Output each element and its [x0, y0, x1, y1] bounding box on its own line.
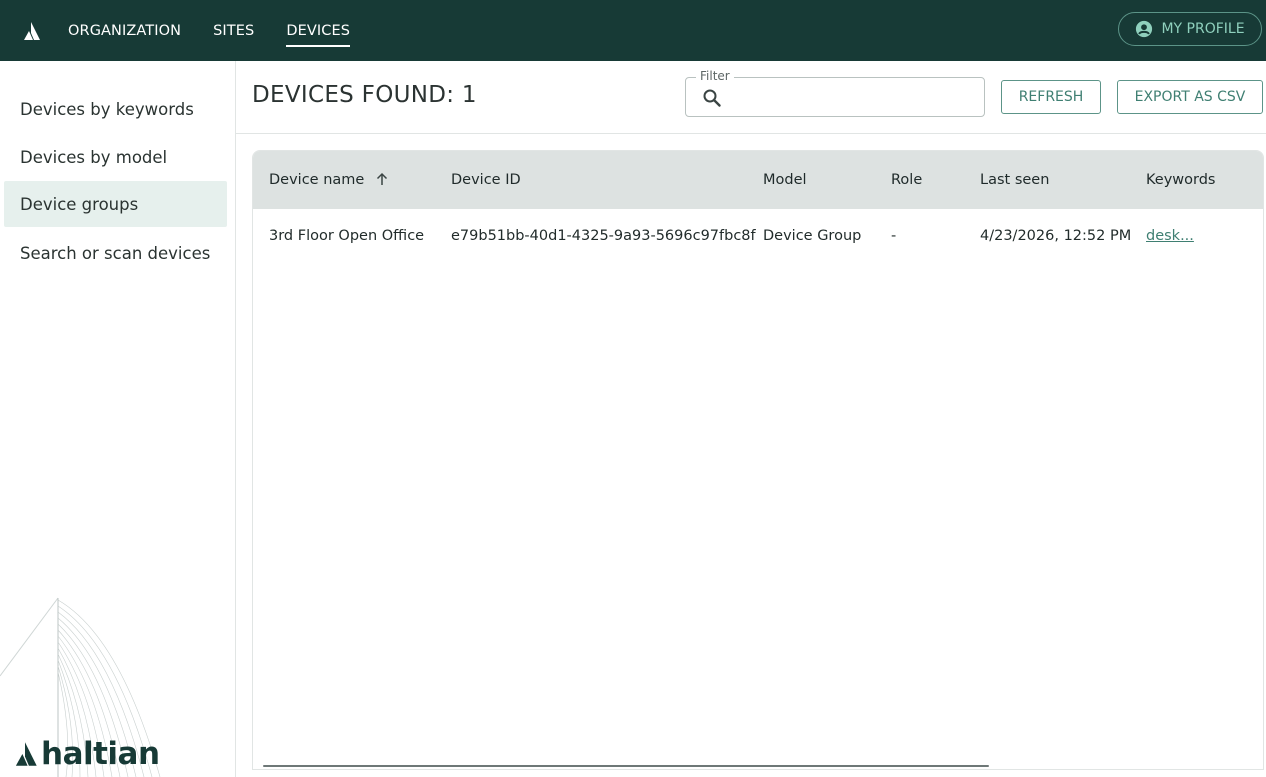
sidebar-item-devices-by-keywords[interactable]: Devices by keywords	[4, 86, 227, 132]
arrow-up-icon[interactable]	[375, 172, 389, 186]
haltian-logo-icon[interactable]	[21, 21, 41, 41]
my-profile-button[interactable]: MY PROFILE	[1118, 12, 1262, 46]
brand-name: haltian	[41, 736, 160, 772]
cell-device-name: 3rd Floor Open Office	[269, 228, 425, 244]
nav-organization[interactable]: ORGANIZATION	[68, 0, 181, 61]
column-header-role[interactable]: Role	[891, 172, 922, 188]
column-header-keywords[interactable]: Keywords	[1146, 172, 1215, 188]
account-circle-icon	[1136, 20, 1153, 38]
table-header-row: Device name Device ID Model Role Last se…	[253, 151, 1263, 209]
search-icon	[703, 89, 721, 107]
cell-device-id: e79b51bb-40d1-4325-9a93-5696c97fbc8f	[451, 228, 756, 244]
nav-sites[interactable]: SITES	[213, 0, 254, 61]
column-header-last-seen[interactable]: Last seen	[980, 172, 1049, 188]
page-title: DEVICES FOUND: 1	[252, 82, 477, 108]
nav-devices[interactable]: DEVICES	[286, 0, 350, 61]
refresh-button[interactable]: REFRESH	[1001, 80, 1101, 114]
column-header-device-name[interactable]: Device name	[269, 172, 389, 188]
sidebar-item-search-or-scan-devices[interactable]: Search or scan devices	[4, 230, 227, 276]
divider	[236, 133, 1266, 134]
column-header-label: Device name	[269, 172, 365, 188]
sidebar-item-device-groups[interactable]: Device groups	[4, 181, 227, 227]
horizontal-scrollbar[interactable]	[263, 765, 989, 767]
cell-last-seen: 4/23/2026, 12:52 PM	[980, 228, 1132, 244]
main-nav: ORGANIZATION SITES DEVICES	[68, 0, 382, 61]
my-profile-label: MY PROFILE	[1161, 21, 1245, 37]
filter-field[interactable]: Filter	[685, 69, 985, 117]
sidebar: Devices by keywords Devices by model Dev…	[0, 61, 236, 777]
column-header-model[interactable]: Model	[763, 172, 807, 188]
cell-role: -	[891, 228, 897, 244]
haltian-logo-icon	[15, 742, 37, 766]
export-csv-button[interactable]: EXPORT AS CSV	[1117, 80, 1263, 114]
filter-label: Filter	[696, 69, 734, 83]
top-app-bar: ORGANIZATION SITES DEVICES MY PROFILE	[0, 0, 1266, 61]
cell-model: Device Group	[763, 228, 862, 244]
cell-keywords-link[interactable]: desk...	[1146, 228, 1194, 244]
sidebar-item-devices-by-model[interactable]: Devices by model	[4, 134, 227, 180]
devices-table: Device name Device ID Model Role Last se…	[252, 150, 1264, 770]
brand-logo: haltian	[12, 736, 160, 772]
column-header-device-id[interactable]: Device ID	[451, 172, 521, 188]
filter-input[interactable]	[730, 84, 975, 110]
